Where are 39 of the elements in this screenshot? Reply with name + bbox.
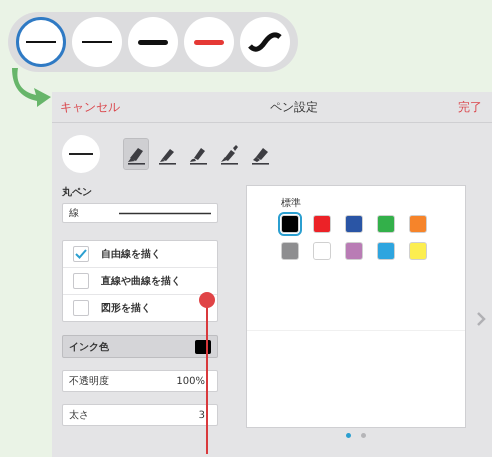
panel-title: ペン設定 bbox=[270, 98, 318, 116]
thickness-field[interactable]: 太さ 3 bbox=[62, 404, 218, 426]
palette-title: 標準 bbox=[281, 196, 302, 210]
line-stroke-icon bbox=[69, 153, 93, 155]
page-dot[interactable] bbox=[361, 433, 366, 438]
pen-preset[interactable] bbox=[72, 17, 122, 67]
pen-preset[interactable] bbox=[128, 17, 178, 67]
color-swatch[interactable] bbox=[281, 215, 299, 233]
pen-preset[interactable] bbox=[240, 17, 290, 67]
checkbox-label: 図形を描く bbox=[101, 302, 151, 315]
checkbox[interactable] bbox=[73, 273, 89, 289]
pen-name: 丸ペン bbox=[62, 186, 93, 199]
line-sample-icon bbox=[119, 212, 211, 214]
field-label: 不透明度 bbox=[69, 374, 109, 388]
row-label: インク色 bbox=[69, 340, 109, 354]
arrow-drawing bbox=[10, 68, 52, 108]
color-swatch[interactable] bbox=[377, 242, 395, 260]
pen-tool-button[interactable] bbox=[123, 138, 149, 170]
color-swatch[interactable] bbox=[409, 215, 427, 233]
checkbox-label: 自由線を描く bbox=[101, 248, 161, 261]
page-dot[interactable] bbox=[346, 433, 351, 438]
field-value: 100% bbox=[176, 376, 205, 386]
opacity-field[interactable]: 不透明度 100% bbox=[62, 370, 218, 392]
color-swatch[interactable] bbox=[313, 215, 331, 233]
field-label: 線 bbox=[69, 207, 79, 220]
color-swatch[interactable] bbox=[281, 242, 299, 260]
checkbox[interactable] bbox=[73, 246, 89, 262]
pen-preset[interactable] bbox=[16, 17, 66, 67]
ink-color-row[interactable]: インク色 bbox=[62, 335, 218, 358]
color-swatch[interactable] bbox=[377, 215, 395, 233]
checkbox-label: 直線や曲線を描く bbox=[101, 274, 181, 288]
field-value: 3 bbox=[198, 410, 205, 420]
color-swatch[interactable] bbox=[409, 242, 427, 260]
color-swatch[interactable] bbox=[345, 242, 363, 260]
checkbox[interactable] bbox=[73, 300, 89, 316]
field-label: 太さ bbox=[69, 408, 89, 422]
color-swatch[interactable] bbox=[313, 242, 331, 260]
line-field[interactable]: 線 bbox=[62, 203, 218, 223]
color-swatch[interactable] bbox=[345, 215, 363, 233]
